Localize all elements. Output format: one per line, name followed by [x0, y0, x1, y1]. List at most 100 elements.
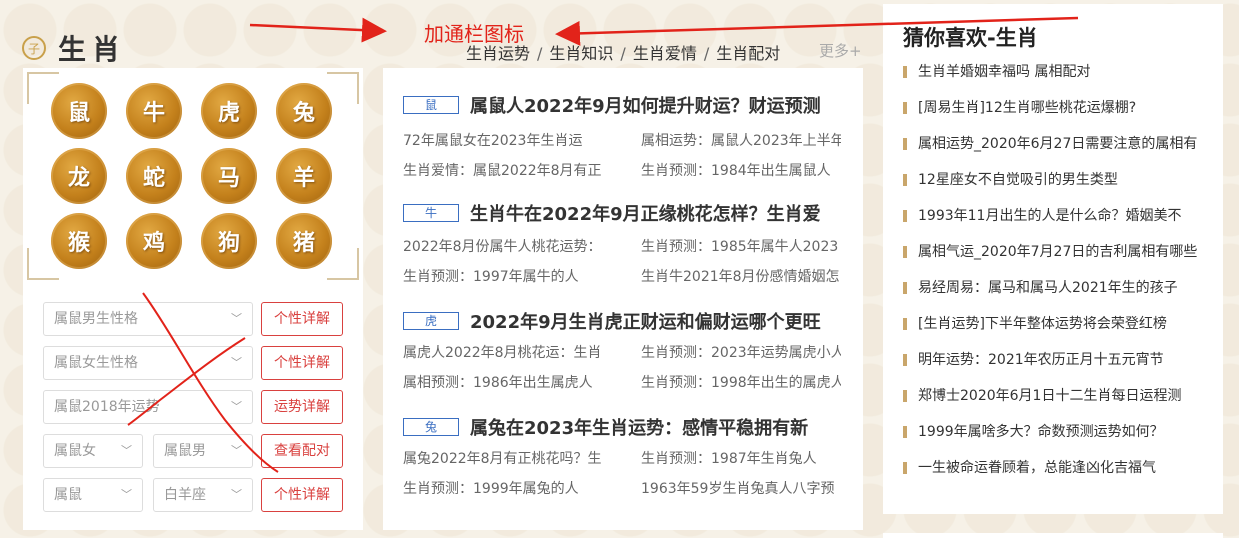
next-panel-edge: [883, 533, 1223, 538]
tab-knowledge[interactable]: 生肖知识: [549, 44, 613, 63]
article-title[interactable]: 生肖牛在2022年9月正缘桃花怎样？生肖爱: [470, 200, 821, 226]
bullet-marker: [903, 174, 907, 186]
recommend-item[interactable]: 1993年11月出生的人是什么命？婚姻美不: [903, 206, 1213, 242]
article-title[interactable]: 属鼠人2022年9月如何提升财运？财运预测: [470, 92, 821, 118]
section-header: 子 生肖: [22, 28, 126, 68]
chevron-down-icon: ﹀: [121, 444, 132, 457]
recommend-item[interactable]: 生肖羊婚姻幸福吗 属相配对: [903, 62, 1213, 98]
zodiac-ox-button[interactable]: 牛: [126, 83, 182, 139]
recommend-item[interactable]: 明年运势：2021年农历正月十五元宵节: [903, 350, 1213, 386]
female-zodiac-select[interactable]: 属鼠女 ﹀: [43, 434, 143, 468]
zodiac-dog-button[interactable]: 狗: [201, 213, 257, 269]
zodiac-dragon-button[interactable]: 龙: [51, 148, 107, 204]
view-match-button[interactable]: 查看配对: [261, 434, 343, 468]
zodiac-rabbit-button[interactable]: 兔: [276, 83, 332, 139]
zodiac-snake-button[interactable]: 蛇: [126, 148, 182, 204]
control-row: 属鼠女 ﹀ 属鼠男 ﹀ 查看配对: [43, 434, 353, 468]
recommend-item[interactable]: 1999年属啥多大？命数预测运势如何？: [903, 422, 1213, 458]
zodiac-rooster-button[interactable]: 鸡: [126, 213, 182, 269]
recommend-item-label: 易经周易：属马和属马人2021年生的孩子: [918, 280, 1178, 296]
zodiac-horse-button[interactable]: 马: [201, 148, 257, 204]
zodiac-select[interactable]: 属鼠 ﹀: [43, 478, 143, 512]
select-value: 属鼠: [54, 487, 82, 503]
annotation-label: 加通栏图标: [424, 22, 524, 46]
article-link[interactable]: 属相预测：1986年出生属虎人: [403, 372, 603, 392]
male-personality-select[interactable]: 属鼠男生性格 ﹀: [43, 302, 253, 336]
article-link[interactable]: 生肖预测：1997年属牛的人: [403, 266, 603, 286]
article-link[interactable]: 生肖预测：2023年运势属虎小人: [641, 342, 841, 362]
constellation-select[interactable]: 白羊座 ﹀: [153, 478, 253, 512]
recommend-panel: 猜你喜欢-生肖 生肖羊婚姻幸福吗 属相配对 [周易生肖]12生肖哪些桃花运爆棚?…: [883, 4, 1223, 514]
personality-detail-button[interactable]: 个性详解: [261, 346, 343, 380]
tab-match[interactable]: 生肖配对: [716, 44, 780, 63]
recommend-item[interactable]: 12星座女不自觉吸引的男生类型: [903, 170, 1213, 206]
bullet-marker: [903, 246, 907, 258]
article-link[interactable]: 72年属鼠女在2023年生肖运: [403, 130, 603, 150]
recommend-item-label: 1999年属啥多大？命数预测运势如何？: [918, 424, 1164, 440]
tab-separator: /: [703, 44, 710, 63]
bullet-marker: [903, 210, 907, 222]
recommend-item[interactable]: 易经周易：属马和属马人2021年生的孩子: [903, 278, 1213, 314]
zodiac-tiger-button[interactable]: 虎: [201, 83, 257, 139]
control-row: 属鼠2018年运势 ﹀ 运势详解: [43, 390, 353, 424]
zodiac-goat-button[interactable]: 羊: [276, 148, 332, 204]
article-tag[interactable]: 兔: [403, 418, 459, 436]
recommend-item[interactable]: 郑博士2020年6月1日十二生肖每日运程测: [903, 386, 1213, 422]
article-link[interactable]: 生肖预测：1985年属牛人2023: [641, 236, 841, 256]
chevron-down-icon: ﹀: [231, 488, 242, 501]
recommend-item[interactable]: [周易生肖]12生肖哪些桃花运爆棚?: [903, 98, 1213, 134]
recommend-item[interactable]: 属相气运_2020年7月27日的吉利属相有哪些: [903, 242, 1213, 278]
chevron-down-icon: ﹀: [121, 488, 132, 501]
chevron-down-icon: ﹀: [231, 312, 242, 325]
article-link[interactable]: 生肖预测：1998年出生的属虎人: [641, 372, 841, 392]
control-row: 属鼠 ﹀ 白羊座 ﹀ 个性详解: [43, 478, 353, 512]
zodiac-grid-box: 鼠 牛 虎 兔 龙 蛇 马 羊 猴 鸡 狗 猪: [23, 68, 363, 284]
article-link[interactable]: 生肖牛2021年8月份感情婚姻怎: [641, 266, 841, 286]
article-link[interactable]: 2022年8月份属牛人桃花运势：: [403, 236, 603, 256]
zodiac-grid: 鼠 牛 虎 兔 龙 蛇 马 羊 猴 鸡 狗 猪: [51, 83, 336, 269]
article-tag[interactable]: 牛: [403, 204, 459, 222]
article-link[interactable]: 属虎人2022年8月桃花运：生肖: [403, 342, 603, 362]
personality-detail-button[interactable]: 个性详解: [261, 302, 343, 336]
select-value: 属鼠女: [54, 443, 96, 459]
fortune-detail-button[interactable]: 运势详解: [261, 390, 343, 424]
zodiac-pig-button[interactable]: 猪: [276, 213, 332, 269]
recommend-item[interactable]: [生肖运势]下半年整体运势将会荣登红榜: [903, 314, 1213, 350]
article-link[interactable]: 生肖爱情：属鼠2022年8月有正: [403, 160, 603, 180]
article-link[interactable]: 属相运势：属鼠人2023年上半年: [641, 130, 841, 150]
article-panel: 鼠 属鼠人2022年9月如何提升财运？财运预测 72年属鼠女在2023年生肖运 …: [383, 68, 863, 530]
recommend-item-label: 属相气运_2020年7月27日的吉利属相有哪些: [918, 244, 1198, 260]
article-link[interactable]: 生肖预测：1984年出生属鼠人: [641, 160, 841, 180]
select-value: 属鼠男生性格: [54, 311, 138, 327]
personality-detail-button[interactable]: 个性详解: [261, 478, 343, 512]
recommend-item-label: [周易生肖]12生肖哪些桃花运爆棚?: [918, 100, 1137, 116]
bullet-marker: [903, 138, 907, 150]
section-title: 生肖: [58, 33, 127, 66]
bullet-marker: [903, 462, 907, 474]
article-tag[interactable]: 虎: [403, 312, 459, 330]
zodiac-rat-button[interactable]: 鼠: [51, 83, 107, 139]
female-personality-select[interactable]: 属鼠女生性格 ﹀: [43, 346, 253, 380]
recommend-item[interactable]: 一生被命运眷顾着，总能逢凶化吉福气: [903, 458, 1213, 494]
article-title[interactable]: 2022年9月生肖虎正财运和偏财运哪个更旺: [470, 308, 821, 334]
recommend-list: 生肖羊婚姻幸福吗 属相配对 [周易生肖]12生肖哪些桃花运爆棚? 属相运势_20…: [903, 62, 1213, 494]
article-link[interactable]: 生肖预测：1987年生肖兔人: [641, 448, 841, 468]
more-link[interactable]: 更多+: [819, 40, 862, 61]
tab-love[interactable]: 生肖爱情: [633, 44, 697, 63]
recommend-title: 猜你喜欢-生肖: [903, 26, 1038, 50]
male-zodiac-select[interactable]: 属鼠男 ﹀: [153, 434, 253, 468]
bullet-marker: [903, 354, 907, 366]
article-title[interactable]: 属兔在2023年生肖运势：感情平稳拥有新: [470, 414, 808, 440]
yearly-fortune-select[interactable]: 属鼠2018年运势 ﹀: [43, 390, 253, 424]
zodiac-monkey-button[interactable]: 猴: [51, 213, 107, 269]
chevron-down-icon: ﹀: [231, 444, 242, 457]
select-value: 属鼠2018年运势: [54, 399, 160, 415]
article-link[interactable]: 1963年59岁生肖兔真人八字预: [641, 478, 841, 498]
article-tag[interactable]: 鼠: [403, 96, 459, 114]
tab-separator: /: [620, 44, 626, 63]
recommend-item[interactable]: 属相运势_2020年6月27日需要注意的属相有: [903, 134, 1213, 170]
recommend-item-label: 12星座女不自觉吸引的男生类型: [918, 172, 1118, 188]
article-link[interactable]: 属兔2022年8月有正桃花吗？生: [403, 448, 603, 468]
article-link[interactable]: 生肖预测：1999年属兔的人: [403, 478, 603, 498]
recommend-item-label: 属相运势_2020年6月27日需要注意的属相有: [918, 136, 1198, 152]
